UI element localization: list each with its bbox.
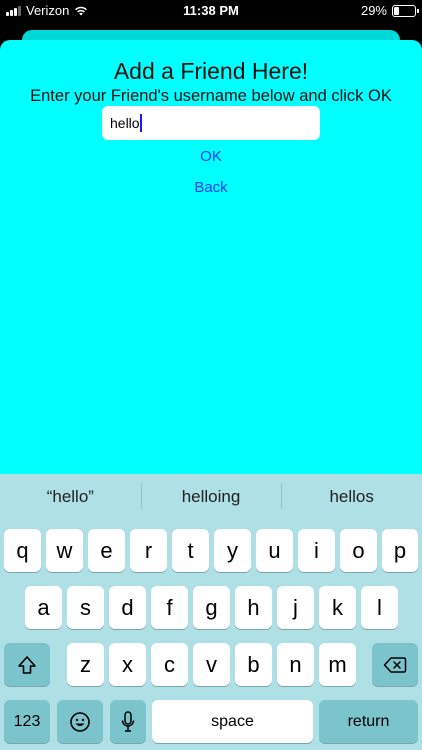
key-t[interactable]: t: [172, 529, 209, 572]
key-q[interactable]: q: [4, 529, 41, 572]
suggestion-item[interactable]: helloing: [140, 482, 282, 509]
username-input[interactable]: [102, 106, 320, 140]
key-v[interactable]: v: [193, 643, 230, 686]
dictation-key[interactable]: [110, 700, 146, 743]
delete-icon: [383, 656, 407, 673]
key-i[interactable]: i: [298, 529, 335, 572]
key-b[interactable]: b: [235, 643, 272, 686]
shift-icon: [18, 655, 36, 674]
delete-key[interactable]: [372, 643, 418, 686]
shift-key[interactable]: [4, 643, 50, 686]
page-title: Add a Friend Here!: [113, 58, 309, 84]
status-right: 29%: [360, 3, 419, 18]
key-m[interactable]: m: [319, 643, 356, 686]
microphone-icon: [121, 710, 135, 732]
status-bar: Verizon 11:38 PM 29%: [0, 0, 422, 22]
key-f[interactable]: f: [151, 586, 188, 629]
return-key[interactable]: return: [319, 700, 418, 743]
key-x[interactable]: x: [109, 643, 146, 686]
space-key[interactable]: space: [152, 700, 313, 743]
battery-percent: 29%: [360, 3, 387, 18]
clock: 11:38 PM: [183, 3, 239, 18]
key-y[interactable]: y: [214, 529, 251, 572]
key-d[interactable]: d: [109, 586, 146, 629]
suggestion-item[interactable]: hellos: [281, 482, 422, 509]
key-c[interactable]: c: [151, 643, 188, 686]
key-r[interactable]: r: [130, 529, 167, 572]
suggestion-item[interactable]: “hello”: [0, 487, 141, 507]
key-g[interactable]: g: [193, 586, 230, 629]
key-l[interactable]: l: [361, 586, 398, 629]
ok-button[interactable]: OK: [0, 147, 422, 166]
battery-icon: [392, 4, 419, 17]
back-button[interactable]: Back: [0, 178, 422, 197]
key-n[interactable]: n: [277, 643, 314, 686]
key-o[interactable]: o: [340, 529, 377, 572]
key-j[interactable]: j: [277, 586, 314, 629]
battery-level: [394, 6, 400, 15]
instructions-text: Enter your Friend's username below and c…: [30, 87, 392, 105]
emoji-icon: [70, 711, 90, 732]
numbers-key[interactable]: 123: [4, 700, 50, 743]
key-s[interactable]: s: [67, 586, 104, 629]
emoji-key[interactable]: [57, 700, 103, 743]
key-h[interactable]: h: [235, 586, 272, 629]
key-e[interactable]: e: [88, 529, 125, 572]
key-w[interactable]: w: [46, 529, 83, 572]
key-a[interactable]: a: [25, 586, 62, 629]
key-p[interactable]: p: [382, 529, 418, 572]
key-z[interactable]: z: [67, 643, 104, 686]
key-k[interactable]: k: [319, 586, 356, 629]
text-cursor: [140, 114, 142, 132]
suggestion-bar: “hello” helloing hellos: [0, 474, 422, 519]
key-u[interactable]: u: [256, 529, 293, 572]
keyboard: “hello” helloing hellos q w e r t y u i …: [0, 474, 422, 750]
